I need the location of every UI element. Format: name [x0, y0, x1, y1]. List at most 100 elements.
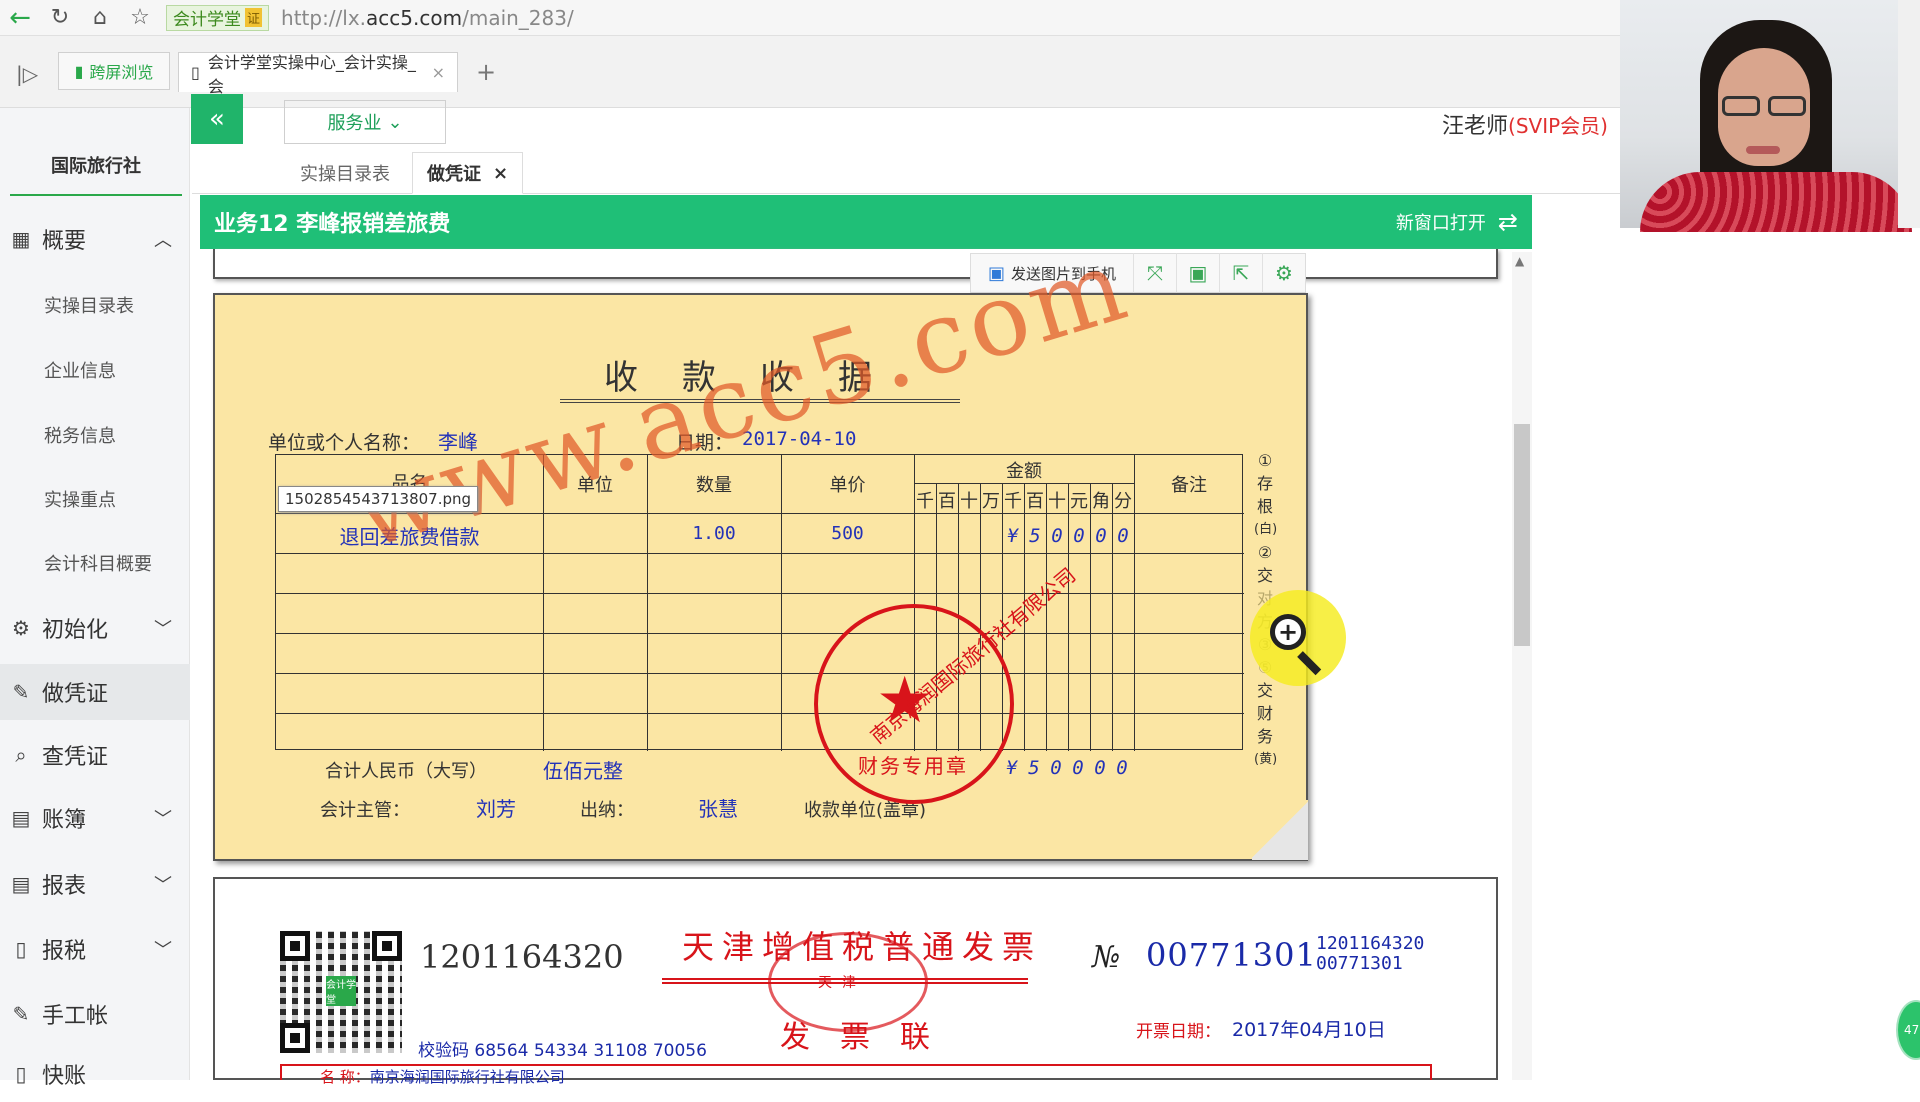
bookmark-star-icon[interactable]: ☆	[120, 0, 160, 36]
scrollbar-thumb[interactable]	[1514, 424, 1530, 646]
chevron-down-icon: ﹀	[154, 875, 172, 896]
business-title: 业务12 李峰报销差旅费	[214, 212, 451, 237]
total-amount-digit: 0	[1094, 757, 1106, 779]
settings-gear-icon[interactable]: ⚙	[1262, 253, 1305, 293]
sidebar-item-quick-books[interactable]: ▯ 快账	[0, 1046, 190, 1102]
small-code: 1201164320	[1316, 933, 1425, 954]
sidebar-item-init[interactable]: ⚙ 初始化 ﹀	[0, 600, 190, 656]
amount-digit: ¥	[1007, 525, 1019, 547]
table-rule	[647, 455, 648, 751]
pen-icon: ✎	[12, 1002, 30, 1026]
scrollbar[interactable]	[1512, 252, 1532, 1080]
buyer-label: 名 称：	[320, 1068, 370, 1086]
qr-finder	[280, 1023, 310, 1053]
copy-note-char: 交	[1256, 566, 1273, 585]
certificate-icon: 证	[245, 8, 263, 27]
close-tab-icon[interactable]: ×	[432, 63, 445, 82]
company-name: 国际旅行社	[10, 152, 182, 196]
url-field[interactable]: http://lx.acc5.com/main_283/	[281, 6, 574, 30]
invoice-subtitle: 发票联	[780, 1020, 960, 1055]
refresh-icon[interactable]: ↻	[40, 0, 80, 36]
cashier-label: 出纳：	[580, 800, 634, 821]
table-rule	[276, 673, 1244, 674]
buyer-row: 名 称：南京海润国际旅行社有限公司	[320, 1066, 565, 1087]
pen-icon: ✎	[12, 680, 30, 704]
total-amount-digit: 0	[1050, 757, 1062, 779]
amount-digit: 0	[1117, 525, 1129, 547]
check-code: 校验码 68564 54334 31108 70056	[418, 1041, 707, 1061]
supervisor-name: 刘芳	[476, 797, 516, 821]
digit-header: 分	[1114, 491, 1132, 512]
digit-header: 十	[960, 491, 978, 512]
share-icon[interactable]: ⇱	[1219, 253, 1262, 293]
save-icon[interactable]: ▣	[1176, 253, 1219, 293]
browser-tab-active[interactable]: ▯ 会计学堂实操中心_会计实操_会 ×	[178, 52, 458, 96]
seal-center-text: 财务专用章	[858, 754, 968, 778]
sidebar-subitem-catalog[interactable]: 实操目录表	[44, 292, 134, 318]
sidebar-subitem-accounts[interactable]: 会计科目概要	[44, 550, 152, 576]
tax-seal-text: 天津	[818, 975, 866, 991]
amount-digit: 0	[1095, 525, 1107, 547]
sidebar-item-manual-books[interactable]: ✎ 手工帐	[0, 986, 190, 1042]
sidebar-item-query-voucher[interactable]: ⌕ 查凭证	[0, 727, 190, 783]
copy-note-char: 根	[1256, 497, 1273, 516]
industry-dropdown[interactable]: 服务业 ⌄	[284, 100, 446, 144]
site-identity-badge[interactable]: 会计学堂 证	[166, 4, 270, 31]
amount-digit: 0	[1051, 525, 1063, 547]
sidebar-item-label: 报税	[42, 939, 87, 964]
site-badge-label: 会计学堂	[173, 10, 241, 30]
scroll-up-arrow-icon[interactable]: ▲	[1515, 254, 1524, 268]
copy-note-char: ②	[1257, 543, 1273, 562]
invoice-code-small: 1201164320 00771301	[1316, 934, 1424, 974]
table-rule	[781, 455, 782, 751]
chevron-down-icon: ﹀	[154, 809, 172, 830]
cashier-name: 张慧	[698, 797, 738, 821]
tab-catalog[interactable]: 实操目录表	[286, 152, 404, 194]
sidebar-subitem-tax-info[interactable]: 税务信息	[44, 422, 116, 448]
page-tab-bar: 实操目录表 做凭证 ×	[192, 152, 1620, 194]
fullscreen-icon[interactable]: ⤧	[1133, 253, 1176, 293]
sidebar-subitem-key-points[interactable]: 实操重点	[44, 486, 116, 512]
table-rule	[1112, 483, 1113, 751]
close-icon[interactable]: ×	[493, 163, 508, 184]
sidebar-item-label: 做凭证	[42, 682, 109, 707]
digit-header: 千	[916, 491, 934, 512]
tab-make-voucher[interactable]: 做凭证 ×	[412, 152, 524, 194]
sidebar-item-overview[interactable]: ▦ 概要 ︿	[0, 211, 190, 267]
sidebar-item-tax-filing[interactable]: ▯ 报税 ﹀	[0, 921, 190, 977]
new-tab-button[interactable]: +	[476, 58, 496, 86]
sidebar-item-label: 报表	[42, 874, 87, 899]
table-rule	[276, 633, 1244, 634]
gear-icon: ⚙	[12, 616, 30, 640]
business-banner: 业务12 李峰报销差旅费 新窗口打开 ⇄	[200, 195, 1532, 249]
qr-finder	[372, 931, 402, 961]
copy-note-char: 务	[1256, 727, 1273, 746]
table-rule	[1134, 455, 1135, 751]
digit-header: 角	[1092, 491, 1110, 512]
sidebar-item-make-voucher[interactable]: ✎ 做凭证	[0, 664, 190, 720]
sidebar-item-ledger[interactable]: ▤ 账簿 ﹀	[0, 790, 190, 846]
invoice-number: 00771301	[1146, 936, 1317, 974]
supervisor-label: 会计主管：	[320, 800, 410, 821]
phone-icon: ▮	[74, 61, 84, 81]
header-note: 备注	[1171, 475, 1207, 496]
collapse-sidebar-button[interactable]: «	[191, 94, 243, 144]
sidebar-item-reports[interactable]: ▤ 报表 ﹀	[0, 856, 190, 912]
webcam-edge	[1898, 0, 1920, 228]
sidebar-subitem-company-info[interactable]: 企业信息	[44, 357, 116, 383]
user-info[interactable]: 汪老师(SVIP会员)	[1442, 108, 1608, 140]
home-icon[interactable]: ⌂	[80, 0, 120, 36]
invoice-date-label: 开票日期：	[1136, 1022, 1221, 1042]
open-new-window-button[interactable]: 新窗口打开 ⇄	[1396, 208, 1518, 236]
copy-note-char: 交	[1256, 681, 1273, 700]
chevron-down-icon: ﹀	[154, 940, 172, 961]
floating-status-badge[interactable]: 47	[1896, 1000, 1920, 1060]
back-arrow-icon[interactable]: ←	[0, 0, 40, 36]
image-filename-tooltip: 1502854543713807.png	[278, 486, 479, 512]
invoice-code: 1201164320	[420, 938, 624, 976]
glasses-lens	[1722, 96, 1760, 116]
copy-note-char: (黄)	[1254, 752, 1278, 767]
split-screen-tab[interactable]: ▮ 跨屏浏览	[58, 52, 170, 90]
sidebar-toggle-icon[interactable]: |▷	[16, 62, 38, 86]
sidebar-item-label: 手工帐	[42, 1004, 109, 1029]
